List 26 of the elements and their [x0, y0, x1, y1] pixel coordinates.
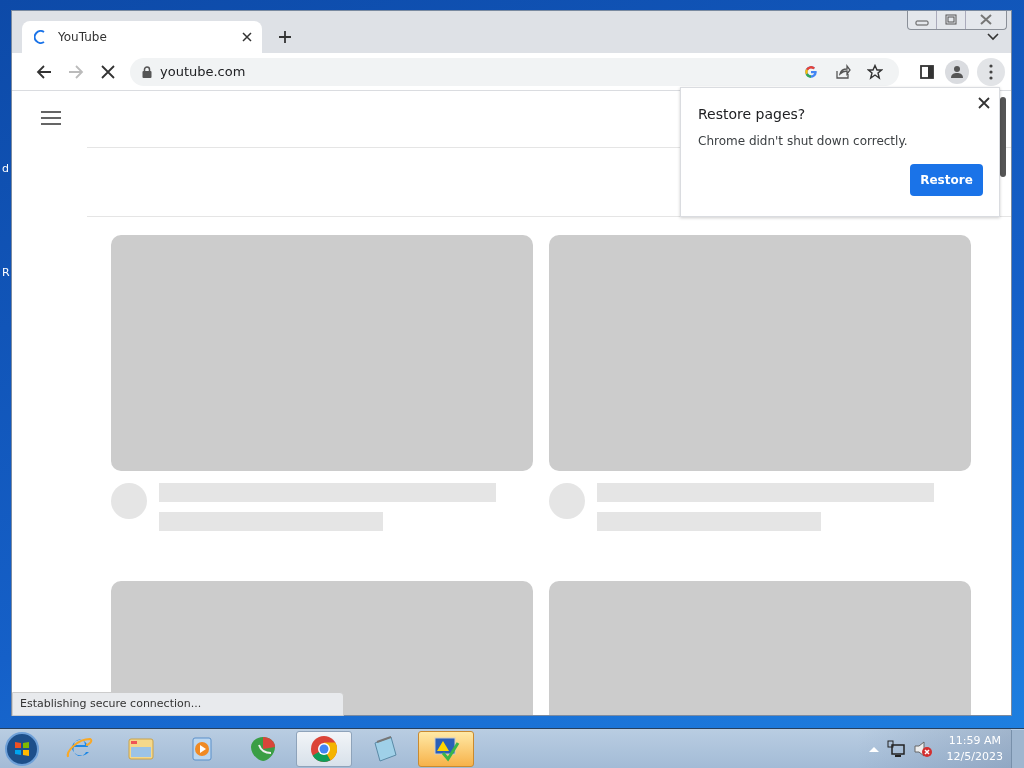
close-icon[interactable] — [978, 97, 990, 109]
status-bubble: Establishing secure connection... — [12, 692, 344, 716]
dialog-title: Restore pages? — [698, 106, 807, 122]
network-icon[interactable] — [886, 739, 905, 758]
desktop-icon-label[interactable]: R — [2, 266, 10, 279]
avatar-placeholder — [549, 483, 585, 519]
dialog-message: Chrome didn't shut down correctly. — [698, 134, 909, 148]
menu-icon[interactable] — [977, 57, 1005, 86]
taskbar-app-button[interactable] — [296, 730, 352, 767]
new-tab-icon[interactable] — [278, 30, 292, 44]
restore-button[interactable]: Restore — [910, 164, 983, 196]
menu-icon[interactable] — [41, 110, 61, 126]
scrollbar-thumb[interactable] — [1000, 97, 1006, 177]
close-icon[interactable] — [242, 32, 252, 42]
profile-avatar[interactable] — [945, 59, 969, 84]
lock-icon — [142, 65, 152, 78]
tab-title: YouTube — [58, 30, 108, 44]
chevron-down-icon[interactable] — [987, 33, 999, 41]
browser-tab[interactable]: YouTube — [22, 21, 262, 53]
start-button[interactable] — [4, 730, 40, 767]
address-bar[interactable]: youtube.com — [130, 57, 899, 86]
muted-speaker-icon[interactable] — [912, 739, 933, 758]
desktop-icon-label[interactable]: d — [2, 162, 9, 175]
url-text: youtube.com — [160, 64, 246, 79]
taskbar-app-button[interactable] — [418, 730, 474, 767]
avatar-placeholder — [111, 483, 147, 519]
